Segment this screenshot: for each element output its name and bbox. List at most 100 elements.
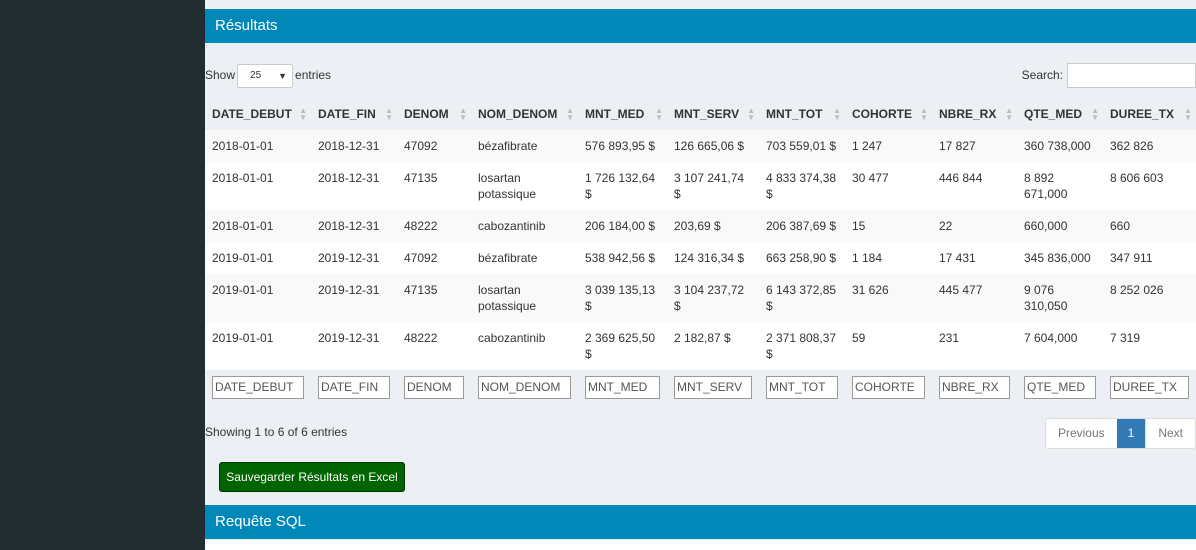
sort-icon: ▲ ▼ bbox=[566, 106, 574, 122]
filter-cell: NOM_DENOM bbox=[471, 370, 578, 405]
filter-cell: DATE_FIN bbox=[311, 370, 397, 405]
sort-icon: ▲ ▼ bbox=[833, 106, 841, 122]
column-header-label: QTE_MED bbox=[1024, 107, 1083, 121]
table-cell: 126 665,06 $ bbox=[667, 130, 759, 162]
table-cell: 3 104 237,72 $ bbox=[667, 274, 759, 322]
search-input[interactable] bbox=[1067, 63, 1196, 89]
column-header[interactable]: MNT_SERV ▲ ▼ bbox=[667, 98, 759, 130]
previous-page-button[interactable]: Previous bbox=[1046, 419, 1117, 448]
table-cell: 231 bbox=[932, 322, 1017, 370]
column-header-label: MNT_MED bbox=[585, 107, 645, 121]
table-cell: 446 844 bbox=[932, 162, 1017, 210]
column-filter-input[interactable]: MNT_MED bbox=[585, 376, 660, 399]
table-cell: 347 911 bbox=[1103, 242, 1196, 274]
filter-cell: NBRE_RX bbox=[932, 370, 1017, 405]
table-cell: 2018-01-01 bbox=[205, 130, 311, 162]
sql-box-body bbox=[205, 540, 1196, 550]
sidebar bbox=[0, 0, 205, 550]
sql-box-header[interactable]: Requête SQL bbox=[205, 505, 1196, 539]
table-cell: 2019-12-31 bbox=[311, 242, 397, 274]
column-filter-input[interactable]: COHORTE bbox=[852, 376, 925, 399]
table-cell: 7 319 bbox=[1103, 322, 1196, 370]
column-header[interactable]: DATE_FIN ▲ ▼ bbox=[311, 98, 397, 130]
column-header-label: MNT_TOT bbox=[766, 107, 823, 121]
table-cell: bézafibrate bbox=[471, 242, 578, 274]
table-cell: 538 942,56 $ bbox=[578, 242, 667, 274]
column-header-label: NBRE_RX bbox=[939, 107, 997, 121]
table-cell: 48222 bbox=[397, 210, 471, 242]
sort-icon: ▲ ▼ bbox=[655, 106, 663, 122]
chevron-down-icon: ▼ bbox=[278, 70, 288, 81]
column-header[interactable]: COHORTE ▲ ▼ bbox=[845, 98, 932, 130]
table-cell: 206 387,69 $ bbox=[759, 210, 845, 242]
pagination: Previous 1 Next bbox=[1044, 418, 1196, 449]
table-cell: 31 626 bbox=[845, 274, 932, 322]
table-row[interactable]: 2018-01-01 2018-12-31 47135 losartan potass… bbox=[205, 162, 1196, 210]
table-cell: 47092 bbox=[397, 130, 471, 162]
length-show-label: Show bbox=[205, 68, 236, 82]
results-title: Résultats bbox=[215, 17, 278, 34]
column-filter-input[interactable]: MNT_TOT bbox=[766, 376, 838, 399]
column-header[interactable]: MNT_TOT ▲ ▼ bbox=[759, 98, 845, 130]
table-cell: 17 431 bbox=[932, 242, 1017, 274]
filter-cell: DUREE_TX bbox=[1103, 370, 1196, 405]
entries-length-select[interactable]: 25 ▼ bbox=[237, 63, 294, 88]
table-cell: 663 258,90 $ bbox=[759, 242, 845, 274]
entries-length-value: 25 bbox=[250, 69, 262, 81]
table-cell: 7 604,000 bbox=[1017, 322, 1103, 370]
sort-icon: ▲ ▼ bbox=[1091, 106, 1099, 122]
table-cell: 2019-12-31 bbox=[311, 274, 397, 322]
filter-cell: DENOM bbox=[397, 370, 471, 405]
column-header[interactable]: DATE_DEBUT ▲ ▼ bbox=[205, 98, 311, 130]
column-header[interactable]: NOM_DENOM ▲ ▼ bbox=[471, 98, 578, 130]
table-cell: 2 369 625,50 $ bbox=[578, 322, 667, 370]
column-header[interactable]: DUREE_TX ▲ ▼ bbox=[1103, 98, 1196, 130]
page-1-button[interactable]: 1 bbox=[1116, 419, 1146, 448]
save-excel-button[interactable]: Sauvegarder Résultats en Excel bbox=[219, 462, 405, 492]
column-filter-input[interactable]: DATE_DEBUT bbox=[212, 376, 304, 399]
table-cell: 360 738,000 bbox=[1017, 130, 1103, 162]
table-cell: 203,69 $ bbox=[667, 210, 759, 242]
table-cell: 576 893,95 $ bbox=[578, 130, 667, 162]
table-cell: 345 836,000 bbox=[1017, 242, 1103, 274]
table-cell: 47135 bbox=[397, 274, 471, 322]
table-cell: 703 559,01 $ bbox=[759, 130, 845, 162]
table-row[interactable]: 2019-01-01 2019-12-31 47135 losartan potass… bbox=[205, 274, 1196, 322]
column-header-label: MNT_SERV bbox=[674, 107, 740, 121]
table-row[interactable]: 2018-01-01 2018-12-31 48222 cabozantinib 206… bbox=[205, 210, 1196, 242]
column-filter-input[interactable]: DUREE_TX bbox=[1110, 376, 1189, 399]
table-cell: 2019-01-01 bbox=[205, 242, 311, 274]
sort-icon: ▲ ▼ bbox=[1005, 106, 1013, 122]
table-cell: 59 bbox=[845, 322, 932, 370]
column-header-label: DATE_DEBUT bbox=[212, 107, 292, 121]
column-filter-input[interactable]: MNT_SERV bbox=[674, 376, 752, 399]
column-filter-input[interactable]: NOM_DENOM bbox=[478, 376, 571, 399]
table-cell: 660,000 bbox=[1017, 210, 1103, 242]
next-page-button[interactable]: Next bbox=[1145, 419, 1195, 448]
column-header[interactable]: QTE_MED ▲ ▼ bbox=[1017, 98, 1103, 130]
table-cell: 30 477 bbox=[845, 162, 932, 210]
sql-title: Requête SQL bbox=[215, 513, 306, 530]
table-cell: 124 316,34 $ bbox=[667, 242, 759, 274]
table-cell: 22 bbox=[932, 210, 1017, 242]
table-cell: 2018-12-31 bbox=[311, 162, 397, 210]
table-row[interactable]: 2019-01-01 2019-12-31 47092 bézafibrate 538 … bbox=[205, 242, 1196, 274]
results-box-header[interactable]: Résultats bbox=[205, 9, 1196, 43]
column-filter-input[interactable]: QTE_MED bbox=[1024, 376, 1096, 399]
table-row[interactable]: 2018-01-01 2018-12-31 47092 bézafibrate 576 … bbox=[205, 130, 1196, 162]
table-cell: losartan potassique bbox=[471, 274, 578, 322]
column-header-label: DUREE_TX bbox=[1110, 107, 1175, 121]
column-filter-input[interactable]: DATE_FIN bbox=[318, 376, 390, 399]
table-row[interactable]: 2019-01-01 2019-12-31 48222 cabozantinib 2 3… bbox=[205, 322, 1196, 370]
table-cell: 48222 bbox=[397, 322, 471, 370]
column-filter-input[interactable]: DENOM bbox=[404, 376, 464, 399]
column-header[interactable]: MNT_MED ▲ ▼ bbox=[578, 98, 667, 130]
column-header[interactable]: NBRE_RX ▲ ▼ bbox=[932, 98, 1017, 130]
column-filter-input[interactable]: NBRE_RX bbox=[939, 376, 1010, 399]
column-header[interactable]: DENOM ▲ ▼ bbox=[397, 98, 471, 130]
table-cell: 2 182,87 $ bbox=[667, 322, 759, 370]
sort-icon: ▲ ▼ bbox=[299, 106, 307, 122]
table-cell: 2018-12-31 bbox=[311, 130, 397, 162]
table-cell: 1 184 bbox=[845, 242, 932, 274]
table-cell: 2 371 808,37 $ bbox=[759, 322, 845, 370]
